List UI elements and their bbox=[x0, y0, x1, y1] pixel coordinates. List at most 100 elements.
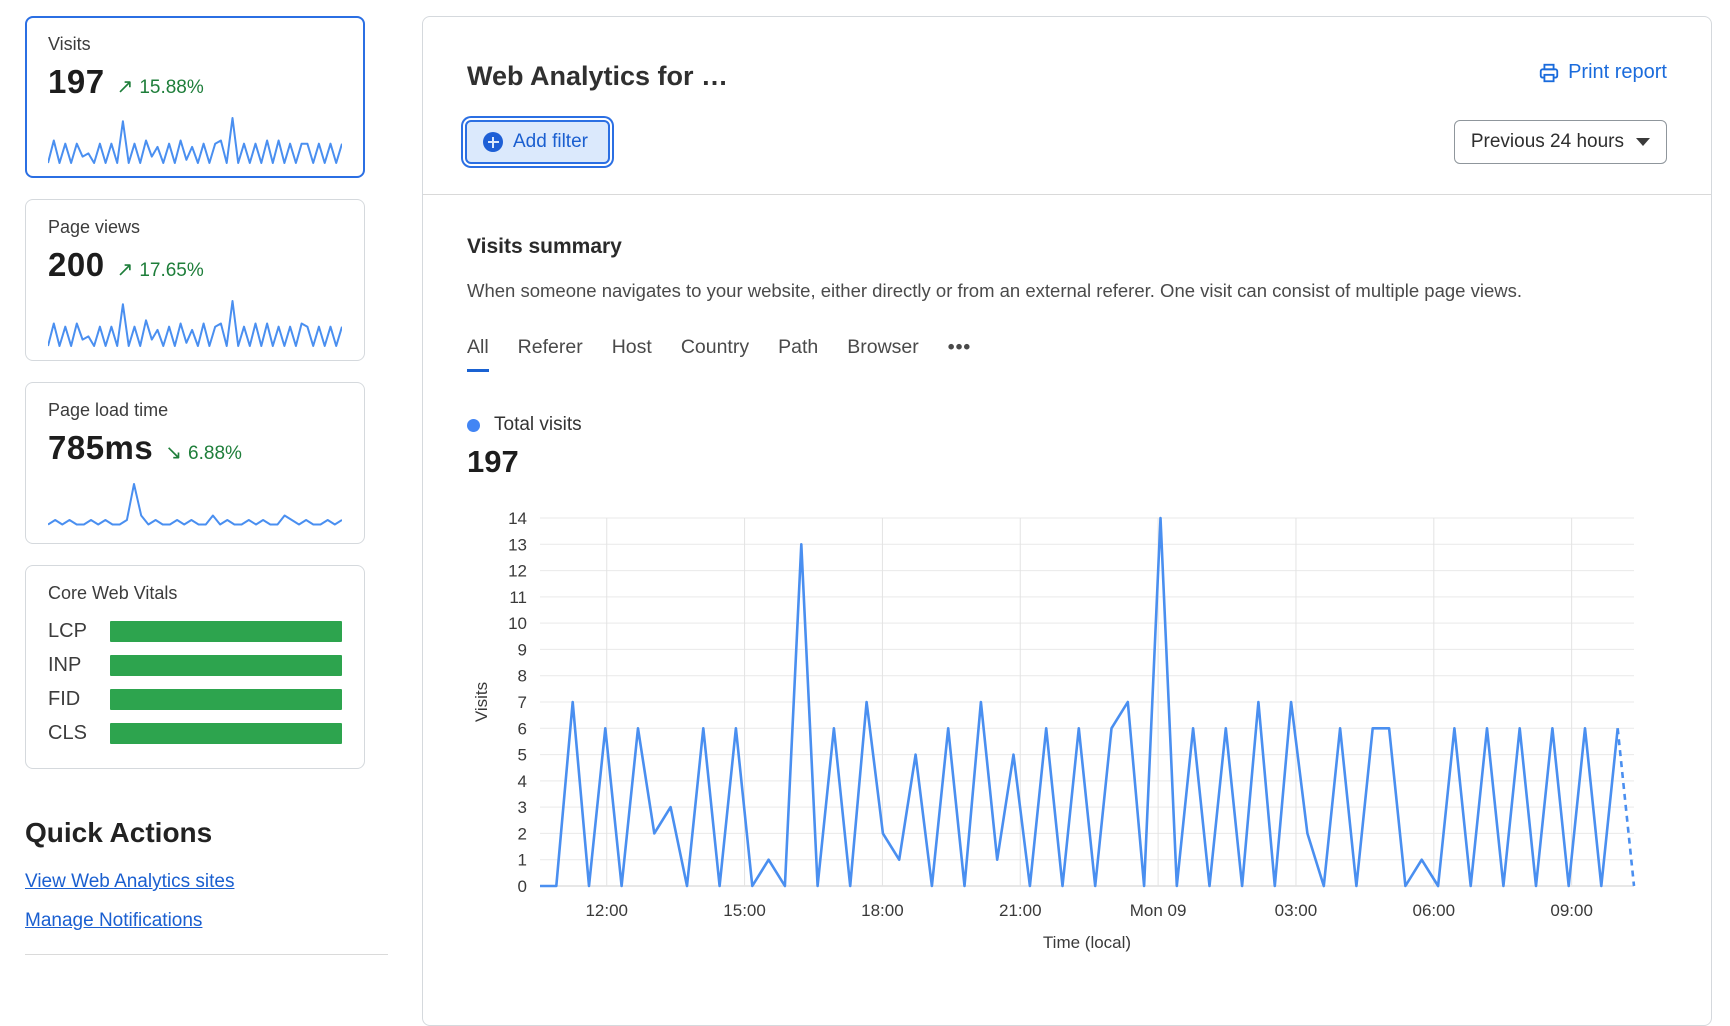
cwv-label: INP bbox=[48, 654, 110, 677]
svg-text:14: 14 bbox=[508, 509, 527, 528]
tab-host[interactable]: Host bbox=[612, 336, 652, 372]
analytics-panel: Web Analytics for … Print report Add fil… bbox=[422, 16, 1712, 1026]
cwv-label: CLS bbox=[48, 722, 110, 745]
svg-text:12: 12 bbox=[508, 562, 527, 581]
tab-country[interactable]: Country bbox=[681, 336, 749, 372]
quick-actions-section: Quick Actions View Web Analytics sites M… bbox=[25, 817, 365, 955]
svg-text:3: 3 bbox=[518, 798, 527, 817]
web-analytics-dashboard: Visits 197 ↗ 15.88% Page views 200 ↗ 17.… bbox=[0, 0, 1730, 988]
svg-text:13: 13 bbox=[508, 535, 527, 554]
filter-row: Add filter Previous 24 hours bbox=[423, 92, 1711, 194]
metric-delta: ↘ 6.88% bbox=[165, 440, 242, 465]
cwv-bar-good bbox=[110, 723, 342, 744]
visits-line-chart: 0123456789101112131412:0015:0018:0021:00… bbox=[473, 496, 1683, 966]
svg-text:0: 0 bbox=[518, 877, 527, 896]
cwv-label: LCP bbox=[48, 620, 110, 643]
svg-text:11: 11 bbox=[509, 588, 527, 607]
svg-text:Mon 09: Mon 09 bbox=[1130, 901, 1187, 920]
add-filter-button[interactable]: Add filter bbox=[465, 120, 610, 164]
svg-text:09:00: 09:00 bbox=[1550, 901, 1593, 920]
svg-text:8: 8 bbox=[518, 667, 527, 686]
visits-summary-section: Visits summary When someone navigates to… bbox=[423, 195, 1711, 971]
metric-value: 197 bbox=[48, 63, 105, 101]
svg-text:15:00: 15:00 bbox=[723, 901, 766, 920]
svg-text:6: 6 bbox=[518, 719, 527, 738]
svg-text:Visits: Visits bbox=[473, 682, 491, 722]
page-views-sparkline bbox=[48, 298, 342, 348]
svg-text:2: 2 bbox=[518, 824, 527, 843]
page-load-time-sparkline bbox=[48, 481, 342, 531]
chart-legend: Total visits bbox=[467, 414, 1667, 436]
cwv-bar-good bbox=[110, 689, 342, 710]
svg-text:7: 7 bbox=[518, 693, 527, 712]
metric-delta-value: 6.88% bbox=[188, 443, 242, 465]
svg-text:12:00: 12:00 bbox=[585, 901, 628, 920]
svg-text:4: 4 bbox=[518, 772, 527, 791]
chart-container: 0123456789101112131412:0015:0018:0021:00… bbox=[473, 496, 1667, 971]
cwv-row-cls: CLS bbox=[48, 722, 342, 745]
plus-icon bbox=[483, 132, 503, 152]
svg-text:21:00: 21:00 bbox=[999, 901, 1042, 920]
trend-down-icon: ↘ bbox=[165, 440, 182, 465]
svg-text:1: 1 bbox=[518, 851, 527, 870]
tab-browser[interactable]: Browser bbox=[847, 336, 919, 372]
tab-all[interactable]: All bbox=[467, 336, 489, 372]
svg-text:06:00: 06:00 bbox=[1413, 901, 1456, 920]
metric-delta-value: 15.88% bbox=[139, 77, 203, 99]
svg-text:10: 10 bbox=[508, 614, 527, 633]
metric-card-visits[interactable]: Visits 197 ↗ 15.88% bbox=[25, 16, 365, 178]
visits-summary-title: Visits summary bbox=[467, 235, 1667, 259]
metric-values: 197 ↗ 15.88% bbox=[48, 63, 342, 101]
print-report-label: Print report bbox=[1568, 61, 1667, 84]
metric-delta: ↗ 17.65% bbox=[117, 257, 204, 282]
trend-up-icon: ↗ bbox=[117, 257, 134, 282]
metric-delta: ↗ 15.88% bbox=[117, 74, 204, 99]
total-visits-value: 197 bbox=[467, 444, 1667, 480]
tab-referer[interactable]: Referer bbox=[518, 336, 583, 372]
page-title: Web Analytics for … bbox=[467, 61, 728, 92]
add-filter-label: Add filter bbox=[513, 131, 588, 153]
series-dot-icon bbox=[467, 419, 480, 432]
sidebar-divider bbox=[25, 954, 388, 955]
metric-delta-value: 17.65% bbox=[139, 260, 203, 282]
svg-text:Time (local): Time (local) bbox=[1043, 933, 1131, 952]
panel-header: Web Analytics for … Print report bbox=[423, 17, 1711, 92]
svg-text:18:00: 18:00 bbox=[861, 901, 904, 920]
svg-text:9: 9 bbox=[518, 640, 527, 659]
printer-icon bbox=[1538, 62, 1560, 84]
core-web-vitals-rows: LCP INP FID CLS bbox=[48, 620, 342, 745]
cwv-label: FID bbox=[48, 688, 110, 711]
svg-text:03:00: 03:00 bbox=[1275, 901, 1318, 920]
core-web-vitals-title: Core Web Vitals bbox=[48, 583, 342, 604]
series-label: Total visits bbox=[494, 414, 582, 436]
metric-card-page-views[interactable]: Page views 200 ↗ 17.65% bbox=[25, 199, 365, 361]
trend-up-icon: ↗ bbox=[117, 74, 134, 99]
manage-notifications-link[interactable]: Manage Notifications bbox=[25, 910, 365, 932]
cwv-bar-good bbox=[110, 655, 342, 676]
visits-summary-description: When someone navigates to your website, … bbox=[467, 280, 1667, 302]
metric-title: Visits bbox=[48, 34, 342, 55]
view-web-analytics-sites-link[interactable]: View Web Analytics sites bbox=[25, 871, 365, 893]
metric-values: 200 ↗ 17.65% bbox=[48, 246, 342, 284]
timerange-label: Previous 24 hours bbox=[1471, 131, 1624, 153]
tab-path[interactable]: Path bbox=[778, 336, 818, 372]
cwv-row-lcp: LCP bbox=[48, 620, 342, 643]
metric-values: 785ms ↘ 6.88% bbox=[48, 429, 342, 467]
metric-value: 200 bbox=[48, 246, 105, 284]
quick-actions-title: Quick Actions bbox=[25, 817, 365, 849]
chevron-down-icon bbox=[1636, 138, 1650, 146]
visits-sparkline bbox=[48, 115, 342, 165]
cwv-bar-good bbox=[110, 621, 342, 642]
cwv-row-fid: FID bbox=[48, 688, 342, 711]
cwv-row-inp: INP bbox=[48, 654, 342, 677]
svg-text:5: 5 bbox=[518, 746, 527, 765]
tab-more-ellipsis-icon[interactable]: ••• bbox=[948, 336, 971, 372]
metric-title: Page load time bbox=[48, 400, 342, 421]
dimension-tabs: All Referer Host Country Path Browser ••… bbox=[467, 336, 1667, 372]
metric-card-page-load-time[interactable]: Page load time 785ms ↘ 6.88% bbox=[25, 382, 365, 544]
core-web-vitals-card[interactable]: Core Web Vitals LCP INP FID CLS bbox=[25, 565, 365, 769]
metric-title: Page views bbox=[48, 217, 342, 238]
print-report-link[interactable]: Print report bbox=[1538, 61, 1667, 84]
timerange-dropdown[interactable]: Previous 24 hours bbox=[1454, 120, 1667, 164]
metrics-sidebar: Visits 197 ↗ 15.88% Page views 200 ↗ 17.… bbox=[25, 16, 365, 955]
